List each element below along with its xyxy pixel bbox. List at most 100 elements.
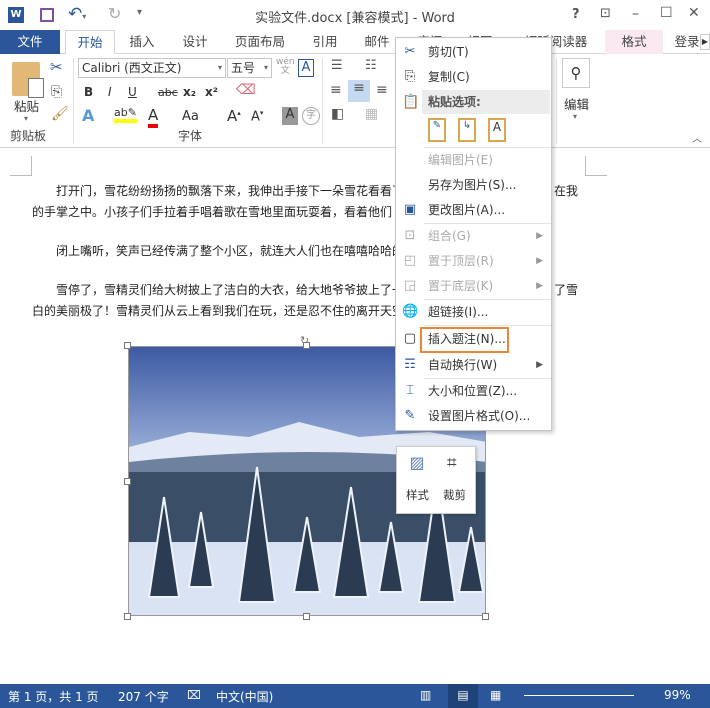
clear-formatting-icon[interactable]: ⌫ [236, 82, 256, 98]
font-name-select[interactable]: Calibri (西文正文) ▾ [78, 58, 226, 78]
paste-icon[interactable] [12, 62, 44, 98]
menu-item-change-picture[interactable]: ▣ 更改图片(A)... [396, 198, 551, 222]
word-count[interactable]: 207 个字 [118, 688, 169, 705]
bring-front-icon: ◰ [403, 253, 417, 268]
print-layout-icon[interactable]: ▤ [448, 684, 478, 708]
align-left-icon[interactable]: ≡ [330, 82, 342, 98]
proofing-icon[interactable]: ⌧ [187, 688, 201, 702]
format-painter-icon[interactable]: 🖌 [51, 106, 69, 122]
paste-keep-source-icon[interactable]: ✎ [428, 118, 446, 142]
picture-style-icon[interactable]: ▨ [407, 453, 427, 472]
tab-sign-in[interactable]: 登录 [672, 30, 702, 54]
crop-button[interactable]: 裁剪 [443, 487, 466, 503]
crop-icon[interactable]: ⌗ [447, 453, 457, 473]
italic-button[interactable]: I [108, 85, 112, 99]
tab-mailings[interactable]: 邮件 [357, 30, 397, 54]
grow-font-icon[interactable]: A▴ [227, 107, 241, 125]
shrink-font-icon[interactable]: A▾ [251, 109, 263, 124]
change-case-button[interactable]: Aa [182, 109, 199, 124]
customize-qat-icon[interactable]: ▾ [137, 7, 142, 18]
font-color-icon[interactable]: A [148, 106, 159, 128]
tab-file[interactable]: 文件 [0, 30, 60, 54]
resize-handle[interactable] [124, 613, 131, 620]
underline-button[interactable]: U [128, 85, 137, 99]
ribbon-tabs: 文件 开始 插入 设计 页面布局 引用 邮件 审阅 视图 福昕阅读器 格式 登录… [0, 30, 710, 55]
paste-text-only-icon[interactable]: A [488, 118, 506, 142]
numbering-icon[interactable]: ☷ [365, 58, 377, 73]
shading-icon[interactable]: ◧ [331, 106, 344, 122]
superscript-button[interactable]: x² [205, 85, 218, 99]
align-right-icon[interactable]: ≡ [376, 82, 388, 98]
borders-icon[interactable]: ▦ [365, 106, 378, 122]
character-shading-icon[interactable]: A [282, 107, 298, 125]
align-center-icon[interactable]: ≡ [348, 80, 370, 102]
collapse-ribbon-icon[interactable]: ︿ [692, 130, 702, 145]
redo-icon[interactable]: ↻ [108, 4, 121, 23]
tab-layout[interactable]: 页面布局 [228, 30, 292, 54]
caption-highlight-box [420, 327, 509, 353]
resize-handle[interactable] [482, 613, 489, 620]
resize-handle[interactable] [124, 478, 131, 485]
paste-dropdown-icon[interactable]: ▾ [24, 114, 28, 123]
close-button[interactable]: ✕ [688, 5, 700, 21]
menu-item-wrap-text[interactable]: ☶ 自动换行(W) ▶ [396, 353, 551, 377]
menu-item-save-as-picture[interactable]: 另存为图片(S)... [396, 173, 551, 197]
clipboard-group-label: 剪贴板 [10, 129, 47, 143]
menu-item-edit-picture: 编辑图片(E) [428, 153, 493, 167]
tab-references[interactable]: 引用 [305, 30, 345, 54]
phonetic-guide-icon[interactable]: wén 文 [276, 58, 295, 76]
undo-icon[interactable]: ↶▾ [68, 4, 86, 24]
editing-button[interactable]: 编辑 [564, 94, 589, 113]
page-count[interactable]: 第 1 页，共 1 页 [8, 688, 99, 705]
bullets-icon[interactable]: ☰ [331, 58, 343, 73]
help-button[interactable]: ? [572, 7, 580, 22]
maximize-button[interactable]: ☐ [660, 5, 673, 21]
resize-handle[interactable] [303, 342, 310, 349]
cut-icon[interactable]: ✂ [50, 58, 63, 76]
style-button[interactable]: 样式 [406, 487, 429, 503]
group-icon: ⊡ [404, 228, 416, 243]
zoom-level[interactable]: 99% [664, 688, 691, 702]
menu-item-cut[interactable]: ✂ 剪切(T) [396, 40, 551, 64]
size-position-icon: ⌶ [406, 383, 414, 398]
menu-item-bring-to-front: ◰ 置于顶层(R) ▶ [403, 253, 543, 268]
tab-picture-format[interactable]: 格式 [605, 30, 663, 54]
copy-icon[interactable]: ⎘ [51, 84, 62, 100]
paste-merge-icon[interactable]: ↳ [458, 118, 476, 142]
web-layout-icon[interactable]: ▦ [490, 688, 501, 702]
resize-handle[interactable] [303, 613, 310, 620]
document-area[interactable]: 打开门，雪花纷纷扬扬的飘落下来，我伸出手接下一朵雪花看看了 在我 的手掌之中。小孩… [0, 148, 710, 684]
bold-button[interactable]: B [84, 85, 93, 99]
strikethrough-button[interactable]: abc [158, 86, 178, 99]
font-group-label: 字体 [178, 129, 203, 143]
tab-insert[interactable]: 插入 [122, 30, 162, 54]
tab-home[interactable]: 开始 [65, 30, 115, 55]
text-effects-icon[interactable]: A [82, 106, 94, 125]
tab-design[interactable]: 设计 [175, 30, 215, 54]
menu-item-hyperlink[interactable]: 🌐 超链接(I)... [396, 300, 551, 324]
minimize-button[interactable]: – [632, 6, 639, 22]
find-icon[interactable]: ⚲ [562, 58, 590, 88]
character-border-icon[interactable]: A [298, 59, 314, 77]
format-picture-icon: ✎ [404, 408, 416, 423]
hyperlink-icon: 🌐 [402, 304, 419, 319]
wrap-text-icon: ☶ [404, 357, 416, 372]
menu-paste-options-header: 粘贴选项: [422, 90, 550, 114]
editing-dropdown-icon[interactable]: ▾ [573, 112, 577, 121]
enclose-characters-icon[interactable]: 字 [302, 107, 320, 125]
save-icon[interactable] [40, 8, 54, 22]
font-size-select[interactable]: 五号 ▾ [227, 58, 272, 78]
tab-scroll-right-icon[interactable]: ▶ [700, 34, 710, 50]
highlight-color-icon[interactable]: ab✎ [114, 106, 137, 123]
paste-button[interactable]: 粘贴 [14, 96, 39, 115]
menu-item-size-position[interactable]: ⌶ 大小和位置(Z)... [396, 379, 551, 403]
menu-item-copy[interactable]: ⎘ 复制(C) [396, 65, 551, 89]
resize-handle[interactable] [124, 342, 131, 349]
zoom-slider[interactable] [524, 695, 634, 696]
language[interactable]: 中文(中国) [216, 688, 273, 705]
status-bar: 第 1 页，共 1 页 207 个字 ⌧ 中文(中国) ▥ ▤ ▦ 99% [0, 684, 710, 708]
subscript-button[interactable]: x₂ [183, 85, 196, 99]
menu-item-format-picture[interactable]: ✎ 设置图片格式(O)... [396, 404, 551, 428]
ribbon-display-button[interactable]: ⊡ [600, 6, 611, 21]
read-mode-icon[interactable]: ▥ [420, 688, 431, 702]
